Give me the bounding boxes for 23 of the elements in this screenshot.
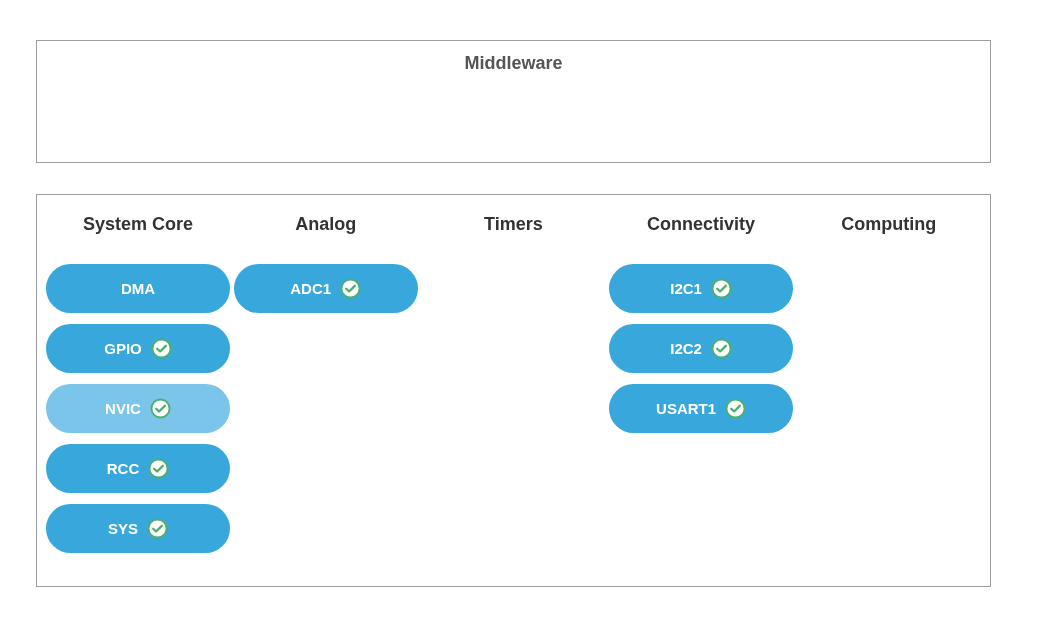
column-heading: Timers	[484, 214, 543, 234]
check-circle-icon	[147, 518, 168, 539]
check-circle-icon	[150, 338, 172, 359]
peripheral-button[interactable]: DMA	[46, 264, 230, 313]
column-heading: Connectivity	[647, 214, 756, 234]
column-heading: Computing	[841, 214, 937, 234]
peripheral-button[interactable]: SYS	[46, 504, 230, 553]
column-heading: System Core	[82, 214, 194, 234]
peripheral-button[interactable]: USART1	[609, 384, 794, 433]
column-heading: Analog	[295, 214, 357, 234]
check-circle-icon	[149, 398, 171, 419]
peripheral-button[interactable]: ADC1	[233, 264, 418, 313]
check-circle-icon	[340, 278, 362, 299]
peripheral-button[interactable]: RCC	[46, 444, 230, 493]
peripheral-button[interactable]: NVIC	[46, 384, 230, 433]
check-circle-icon	[725, 398, 747, 419]
panel-title: Middleware	[463, 53, 564, 74]
check-circle-icon	[148, 458, 170, 479]
peripheral-button[interactable]: I2C2	[609, 324, 794, 373]
peripheral-button[interactable]: I2C1	[609, 264, 794, 313]
peripheral-button[interactable]: GPIO	[46, 324, 230, 373]
check-circle-icon	[710, 278, 732, 299]
check-circle-icon	[710, 338, 732, 359]
